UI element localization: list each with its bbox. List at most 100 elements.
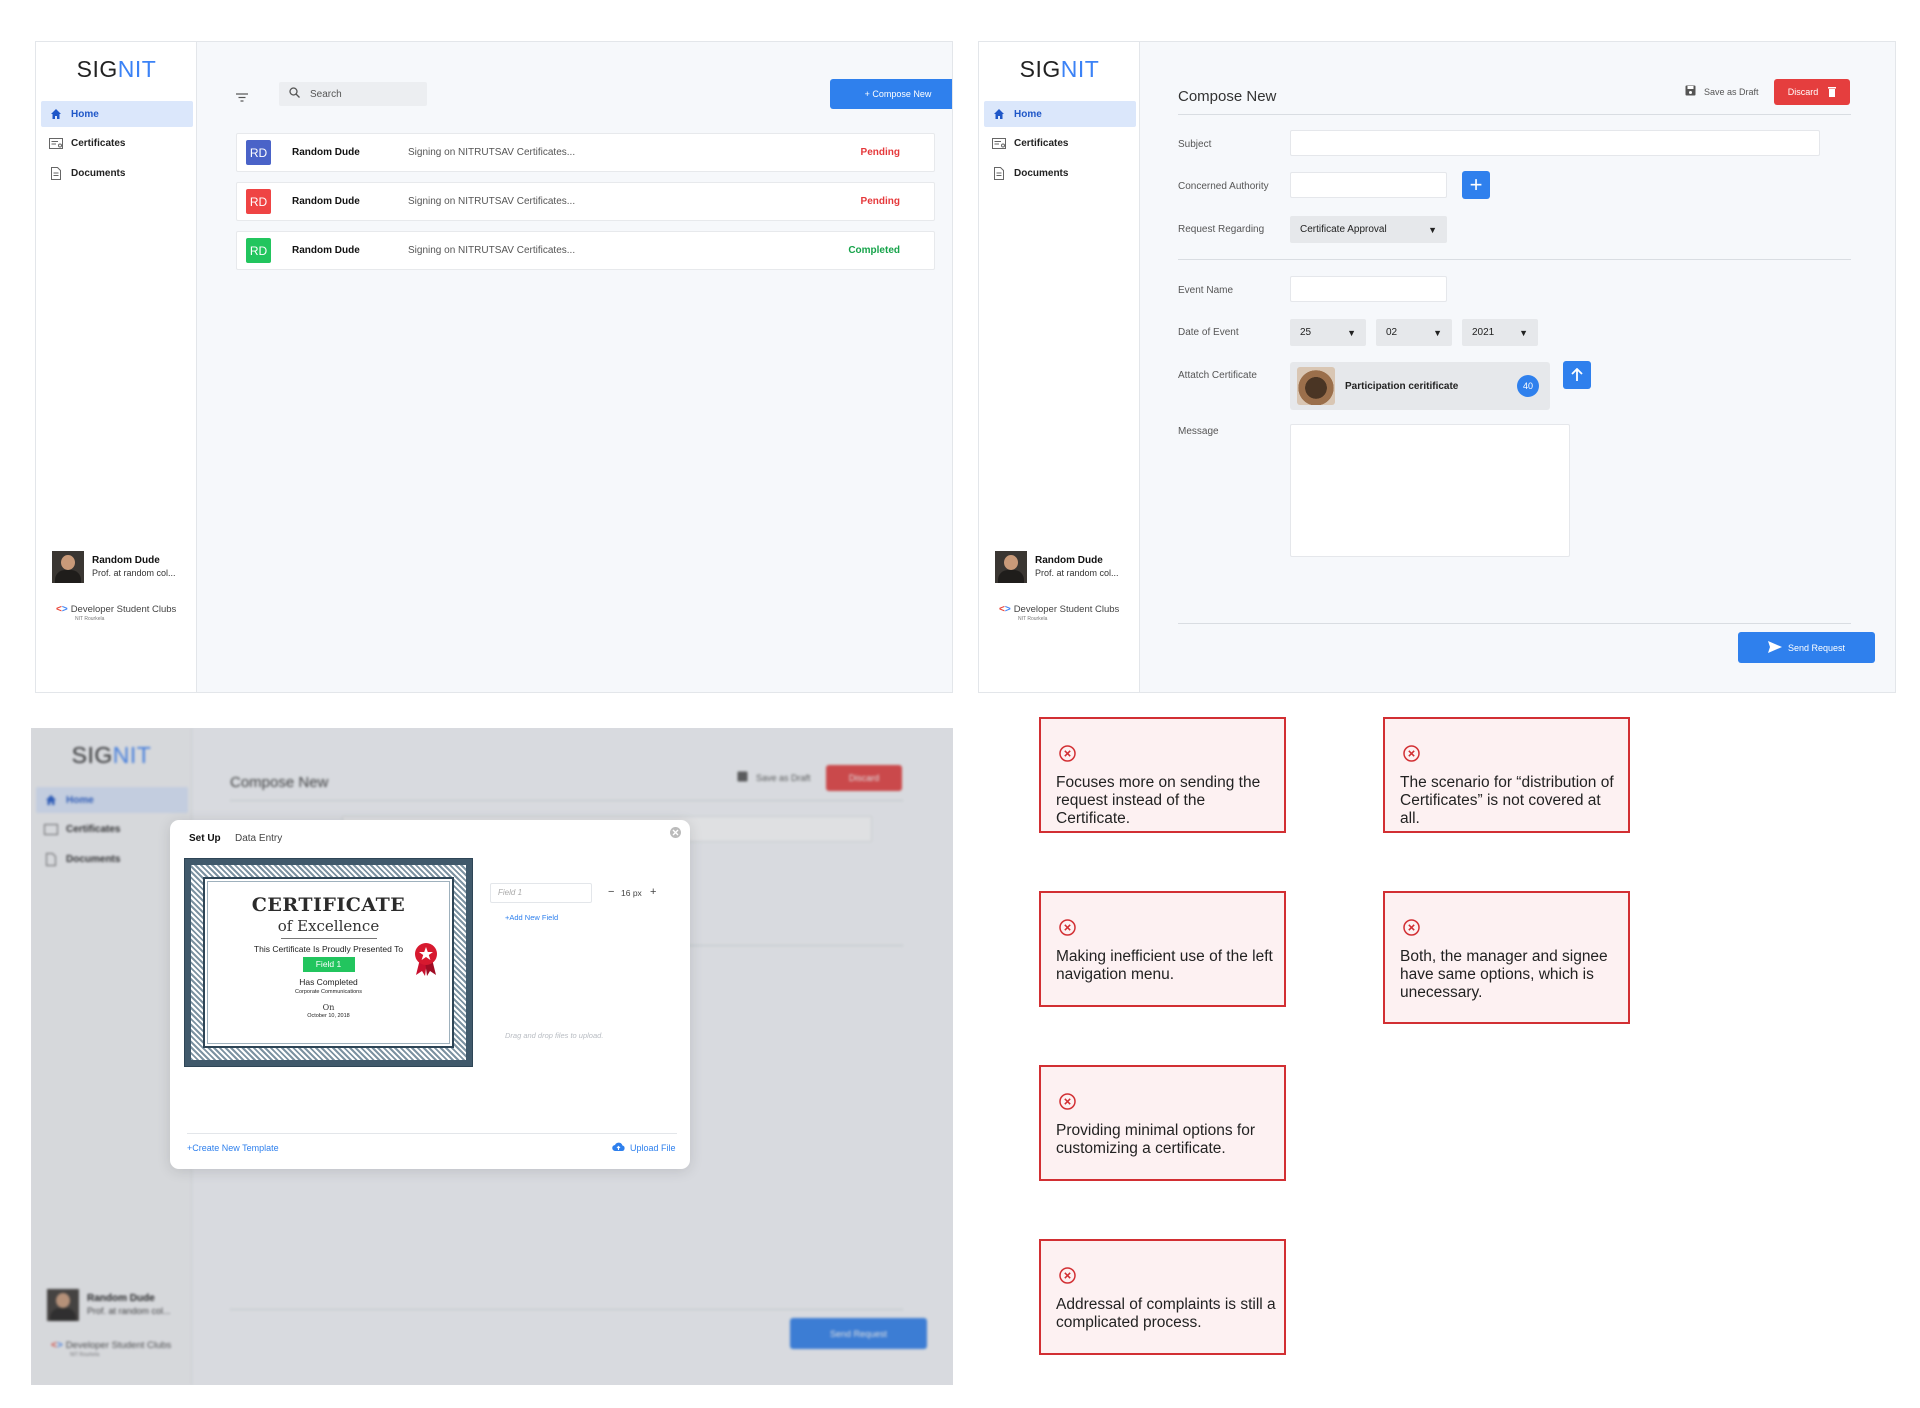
save-draft-label: Save as Draft	[1704, 86, 1759, 97]
certificate-title: CERTIFICATE	[251, 894, 406, 916]
day-value: 25	[1300, 327, 1312, 338]
app-logo: SIGNIT	[1019, 56, 1100, 82]
sidebar-item-certificates[interactable]: Certificates	[984, 130, 1136, 156]
error-icon	[1059, 919, 1076, 936]
arrow-up-icon	[1571, 364, 1583, 386]
sidebar-item-home[interactable]: Home	[984, 101, 1136, 127]
document-icon	[41, 166, 71, 180]
cloud-upload-icon	[612, 1142, 625, 1153]
compose-button-label: + Compose New	[864, 89, 932, 99]
date-label: Date of Event	[1178, 327, 1239, 338]
user-name: Random Dude	[1035, 555, 1103, 566]
request-sender: Random Dude	[292, 196, 360, 207]
search-icon	[289, 87, 300, 101]
certificate-on-text: On	[322, 1003, 335, 1012]
certificate-body: CERTIFICATE of Excellence This Certifica…	[203, 877, 454, 1048]
message-label: Message	[1178, 426, 1219, 437]
drop-zone-hint[interactable]: Drag and drop files to upload.	[505, 1031, 603, 1040]
attachment-chip[interactable]: Participation ceritificate 40	[1290, 362, 1550, 410]
filter-icon[interactable]	[236, 89, 248, 107]
create-template-link[interactable]: +Create New Template	[187, 1143, 279, 1153]
divider	[187, 1133, 677, 1134]
critique-text: Addressal of complaints is still a compl…	[1056, 1296, 1276, 1331]
discard-button[interactable]: Discard	[1774, 79, 1850, 105]
award-ribbon-icon	[412, 941, 440, 982]
dsc-title: Developer Student Clubs	[1013, 604, 1120, 615]
search-input[interactable]: Search	[279, 82, 427, 106]
event-name-input[interactable]	[1290, 276, 1447, 302]
font-size-value: 16 px	[621, 888, 642, 898]
user-profile[interactable]: Random Dude Prof. at random col...	[52, 550, 187, 584]
sidebar-item-label: Certificates	[71, 137, 126, 149]
request-row[interactable]: RD Random Dude Signing on NITRUTSAV Cert…	[236, 182, 935, 221]
search-placeholder: Search	[310, 88, 342, 100]
tab-data-entry[interactable]: Data Entry	[235, 833, 282, 844]
error-icon	[1403, 745, 1420, 762]
close-icon[interactable]	[669, 826, 682, 844]
sidebar-item-certificates[interactable]: Certificates	[41, 130, 193, 156]
dropdown-arrow-icon: ▼	[1519, 327, 1528, 338]
dsc-subtitle: NIT Rourkela	[75, 616, 105, 622]
critique-text: Focuses more on sending the request inst…	[1056, 774, 1261, 827]
sidebar-item-label: Home	[1014, 108, 1042, 120]
document-icon	[984, 166, 1014, 180]
add-new-field-link[interactable]: +Add New Field	[505, 913, 558, 922]
attach-label: Attatch Certificate	[1178, 370, 1257, 381]
user-role: Prof. at random col...	[92, 568, 176, 578]
sidebar-item-documents[interactable]: Documents	[41, 160, 193, 186]
add-authority-button[interactable]: +	[1462, 171, 1490, 199]
event-name-label: Event Name	[1178, 285, 1234, 296]
font-size-decrease-button[interactable]: −	[608, 886, 614, 898]
compose-form: Compose New Save as Draft Discard Subjec…	[1140, 42, 1895, 692]
error-icon	[1059, 1093, 1076, 1110]
user-profile[interactable]: Random Dude Prof. at random col...	[995, 550, 1130, 584]
trash-icon	[1828, 86, 1837, 99]
compose-screen: SIGNIT Home Certificates Documents Rando…	[978, 41, 1896, 693]
compose-new-button[interactable]: + Compose New	[830, 79, 952, 109]
divider	[1178, 259, 1851, 260]
sidebar: SIGNIT Home Certificates Documents Rando…	[979, 42, 1140, 692]
divider	[1178, 623, 1851, 624]
sidebar-item-documents[interactable]: Documents	[984, 160, 1136, 186]
certificate-course: Corporate Communications	[295, 989, 362, 995]
sidebar-item-home[interactable]: Home	[41, 101, 193, 127]
month-value: 02	[1386, 327, 1398, 338]
subject-input[interactable]	[1290, 130, 1820, 156]
authority-input[interactable]	[1290, 172, 1447, 198]
request-row[interactable]: RD Random Dude Signing on NITRUTSAV Cert…	[236, 231, 935, 270]
regarding-select[interactable]: Certificate Approval ▼	[1290, 216, 1447, 243]
message-textarea[interactable]	[1290, 424, 1570, 557]
save-draft-button[interactable]: Save as Draft	[1685, 85, 1759, 98]
critique-card: Making inefficient use of the left navig…	[1039, 891, 1286, 1007]
critique-card: The scenario for “distribution of Certif…	[1383, 717, 1630, 833]
certificate-modal-screen: SIGNIT Home Certificates Documents Rando…	[31, 728, 953, 1385]
send-icon	[1767, 640, 1782, 655]
upload-file-button[interactable]: Upload File	[612, 1142, 676, 1153]
home-icon	[984, 108, 1014, 120]
font-size-increase-button[interactable]: +	[650, 886, 656, 898]
send-request-button[interactable]: Send Request	[1738, 632, 1875, 663]
year-value: 2021	[1472, 327, 1495, 338]
discard-label: Discard	[1787, 87, 1819, 97]
certificate-field-1[interactable]: Field 1	[302, 957, 355, 972]
attachment-count-badge: 40	[1517, 375, 1539, 397]
user-name: Random Dude	[92, 555, 160, 566]
request-message: Signing on NITRUTSAV Certificates...	[408, 147, 576, 158]
upload-attachment-button[interactable]	[1563, 361, 1591, 389]
day-select[interactable]: 25 ▼	[1290, 319, 1366, 346]
dsc-logo: <> Developer Student Clubs NIT Rourkela	[999, 604, 1119, 622]
year-select[interactable]: 2021 ▼	[1462, 319, 1538, 346]
plus-icon: +	[1469, 172, 1483, 197]
request-row[interactable]: RD Random Dude Signing on NITRUTSAV Cert…	[236, 133, 935, 172]
request-message: Signing on NITRUTSAV Certificates...	[408, 245, 576, 256]
tab-setup[interactable]: Set Up	[189, 833, 221, 844]
initials-badge: RD	[246, 140, 271, 165]
attachment-name: Participation ceritificate	[1345, 380, 1459, 392]
month-select[interactable]: 02 ▼	[1376, 319, 1452, 346]
upload-label: Upload File	[630, 1142, 676, 1153]
sidebar: SIGNIT Home Certificates Documents Rando…	[36, 42, 197, 692]
request-message: Signing on NITRUTSAV Certificates...	[408, 196, 576, 207]
page-title: Compose New	[1178, 88, 1277, 105]
error-icon	[1403, 919, 1420, 936]
field-name-input[interactable]: Field 1	[490, 883, 592, 903]
